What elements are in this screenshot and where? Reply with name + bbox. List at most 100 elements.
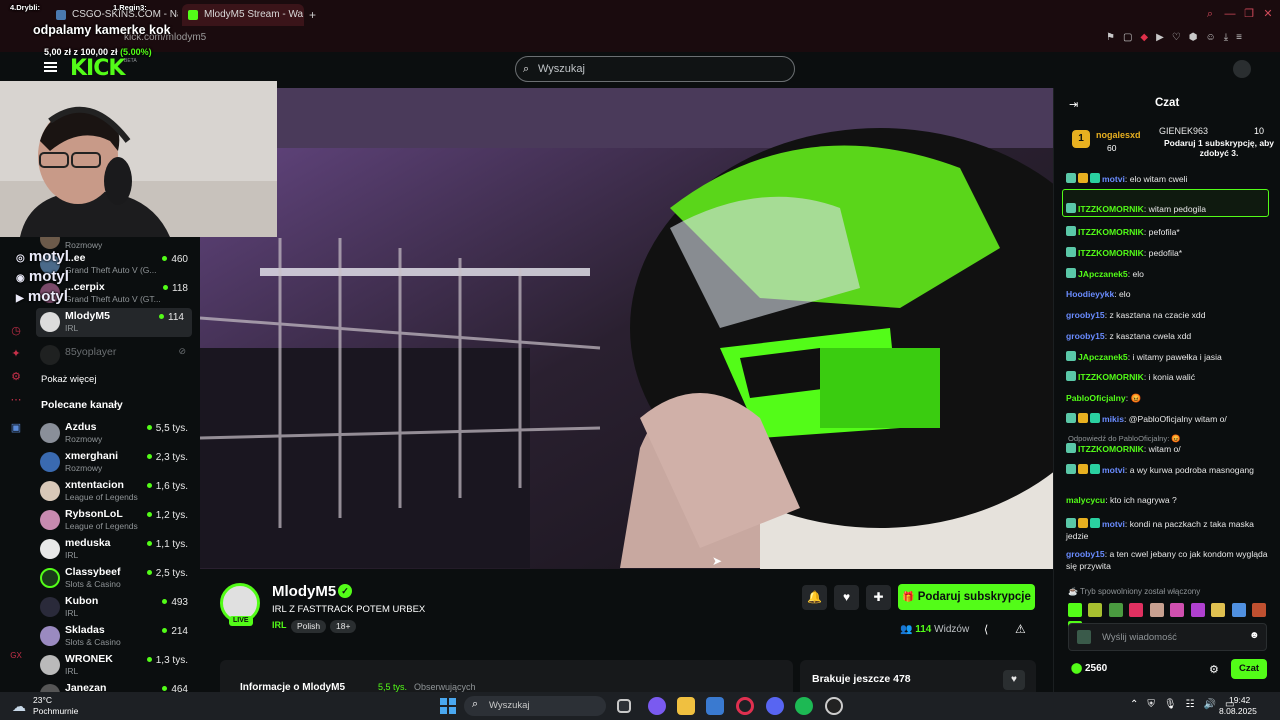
gift-promo[interactable]: Podaruj 1 subskrypcję, aby zdobyć 3. <box>1160 138 1278 158</box>
sidebar-channel[interactable]: meduska IRL 1,1 tys. <box>32 535 200 564</box>
user-avatar[interactable] <box>1233 60 1251 78</box>
chat-message[interactable]: ITZZKOMORNIK: witam o/ <box>1066 443 1272 455</box>
copilot-icon[interactable] <box>648 697 666 715</box>
chat-username[interactable]: motvi <box>1102 519 1125 529</box>
chat-message[interactable]: JApczanek5: i witamy pawełka i jasia <box>1066 351 1272 363</box>
channel-points[interactable]: ⬤ 2560 <box>1071 663 1107 674</box>
sidebar-channel[interactable]: Azdus Rozmowy 5,5 tys. <box>32 419 200 448</box>
chat-username[interactable]: mikis <box>1102 414 1124 424</box>
emote-icon[interactable] <box>1231 603 1246 617</box>
screenshot-icon[interactable]: ▢ <box>1123 32 1140 43</box>
chat-message[interactable]: ITZZKOMORNIK: witam pedogila <box>1062 189 1269 217</box>
start-button[interactable] <box>440 698 456 714</box>
close-icon[interactable]: ✕ <box>1262 8 1274 20</box>
obs-icon[interactable] <box>825 697 843 715</box>
chat-username[interactable]: motvi <box>1102 174 1125 184</box>
task-view-icon[interactable] <box>617 699 631 713</box>
sidebar-channel[interactable]: Classybeef Slots & Casino 2,5 tys. <box>32 564 200 593</box>
opera-gx-icon[interactable] <box>736 697 754 715</box>
sidebar-channel[interactable]: Janezan 464 <box>32 680 200 692</box>
top-user-2[interactable]: GIENEK963 <box>1159 126 1208 136</box>
more-icon[interactable]: ⋯ <box>9 393 23 407</box>
browse-icon[interactable]: ✦ <box>9 347 23 361</box>
chat-username[interactable]: ITZZKOMORNIK <box>1078 204 1144 214</box>
chat-username[interactable]: grooby15 <box>1066 331 1105 341</box>
chat-username[interactable]: ITZZKOMORNIK <box>1078 227 1144 237</box>
chat-message[interactable]: PabloOficjalny: 😡 <box>1066 392 1272 404</box>
menu-icon[interactable]: ≡ <box>1236 32 1250 43</box>
spotify-icon[interactable] <box>795 697 813 715</box>
sidebar-channel[interactable]: xmerghani Rozmowy 2,3 tys. <box>32 448 200 477</box>
minimize-icon[interactable]: — <box>1224 8 1236 20</box>
sidebar-channel-offline[interactable]: 85yoplayer ⊘ <box>32 341 200 370</box>
maximize-icon[interactable]: ❐ <box>1243 8 1255 20</box>
show-more-link[interactable]: Pokaż więcej <box>41 374 96 385</box>
sidebar-channel[interactable]: Skladas Slots & Casino 214 <box>32 622 200 651</box>
category-link[interactable]: IRL <box>272 620 287 630</box>
sidebar-channel[interactable]: RybsonLoL League of Legends 1,2 tys. <box>32 506 200 535</box>
app-icon[interactable]: ▣ <box>9 421 23 435</box>
sidebar-channel-active[interactable]: MlodyM5 IRL 114 <box>36 308 192 337</box>
sidebar-channel[interactable]: Kubon IRL 493 <box>32 593 200 622</box>
search-input[interactable]: ⌕ Wyszukaj <box>515 56 795 82</box>
search-tabs-icon[interactable]: ⌕ <box>1204 8 1216 20</box>
settings-icon[interactable]: ⚙ <box>9 370 23 384</box>
emote-icon[interactable] <box>1108 603 1123 617</box>
goal-heart-icon[interactable]: ♥ <box>1003 670 1025 690</box>
chat-message[interactable]: motvi: a wy kurwa podroba masnogang <box>1066 464 1272 476</box>
emote-icon[interactable] <box>1211 603 1226 617</box>
play-icon[interactable]: ▶ <box>1156 32 1172 43</box>
clip-button[interactable]: ✚ <box>866 585 891 610</box>
new-tab-button[interactable]: + <box>309 8 316 22</box>
chat-username[interactable]: ITZZKOMORNIK <box>1078 248 1144 258</box>
bookmark-icon[interactable]: ⚑ <box>1106 32 1123 43</box>
clock-time[interactable]: 19:42 <box>1229 695 1250 705</box>
emote-icon[interactable] <box>1129 603 1144 617</box>
top-user-1[interactable]: nogalesxd <box>1096 130 1141 140</box>
emote-icon[interactable] <box>1068 603 1082 617</box>
chat-username[interactable]: JApczanek5 <box>1078 269 1128 279</box>
language-tag[interactable]: Polish <box>291 620 327 633</box>
chat-settings-icon[interactable]: ⚙ <box>1209 663 1219 676</box>
emote-icon[interactable] <box>1190 603 1205 617</box>
chat-username[interactable]: Hoodieyykk <box>1066 289 1114 299</box>
follow-heart-button[interactable]: ♥ <box>834 585 859 610</box>
chat-username[interactable]: JApczanek5 <box>1078 352 1128 362</box>
chat-message[interactable]: ITZZKOMORNIK: pedofila* <box>1066 247 1272 259</box>
chat-username[interactable]: grooby15 <box>1066 549 1105 559</box>
emote-icon[interactable] <box>1149 603 1164 617</box>
tray-network-icon[interactable]: ☷ <box>1186 699 1204 710</box>
chat-message[interactable]: grooby15: z kasztana cwela xdd <box>1066 330 1272 342</box>
chat-message[interactable]: mikis: @PabloOficjalny witam o/ <box>1066 413 1272 425</box>
collapse-chat-icon[interactable]: ⇥ <box>1069 98 1078 111</box>
share-icon[interactable]: ⟨ <box>984 623 988 636</box>
chat-message[interactable]: grooby15: z kasztana na czacie xdd <box>1066 309 1272 321</box>
file-explorer-icon[interactable] <box>677 697 695 715</box>
emote-icon[interactable] <box>1088 603 1103 617</box>
tray-mic-icon[interactable]: 🎙 <box>1164 699 1186 710</box>
gift-sub-button[interactable]: 🎁 Podaruj subskrypcje <box>898 584 1035 610</box>
chat-username[interactable]: PabloOficjalny <box>1066 393 1126 403</box>
chat-send-button[interactable]: Czat <box>1231 659 1267 679</box>
age-tag[interactable]: 18+ <box>330 620 357 633</box>
sidebar-channel[interactable]: xntentacion League of Legends 1,6 tys. <box>32 477 200 506</box>
video-player[interactable]: ➤ <box>200 88 1053 569</box>
profile-icon[interactable]: ☺ <box>1206 32 1224 43</box>
emoji-picker-icon[interactable]: ☻ <box>1249 630 1260 641</box>
sidebar-channel[interactable]: WRONEK IRL 1,3 tys. <box>32 651 200 680</box>
emote-icon[interactable] <box>1252 603 1267 617</box>
channel-name[interactable]: MlodyM5 <box>272 583 336 600</box>
taskbar-search[interactable]: ⌕ Wyszukaj <box>464 696 606 716</box>
chat-username[interactable]: grooby15 <box>1066 310 1105 320</box>
report-icon[interactable]: ⚠ <box>1015 622 1026 636</box>
chat-message[interactable]: Hoodieyykk: elo <box>1066 288 1272 300</box>
heart-icon[interactable]: ♡ <box>1172 32 1189 43</box>
chat-username[interactable]: ITZZKOMORNIK <box>1078 372 1144 382</box>
chat-username[interactable]: malycycu <box>1066 495 1105 505</box>
chat-message[interactable]: grooby15: a ten cwel jebany co jak kondo… <box>1066 548 1272 572</box>
store-icon[interactable] <box>706 697 724 715</box>
chat-message[interactable]: malycycu: kto ich nagrywa ? <box>1066 494 1272 506</box>
tray-vpn-icon[interactable]: ⛨ <box>1147 699 1164 710</box>
chat-message[interactable]: motvi: kondi na paczkach z taka maska je… <box>1066 518 1272 542</box>
clock-date[interactable]: 8.08.2025 <box>1219 706 1257 716</box>
